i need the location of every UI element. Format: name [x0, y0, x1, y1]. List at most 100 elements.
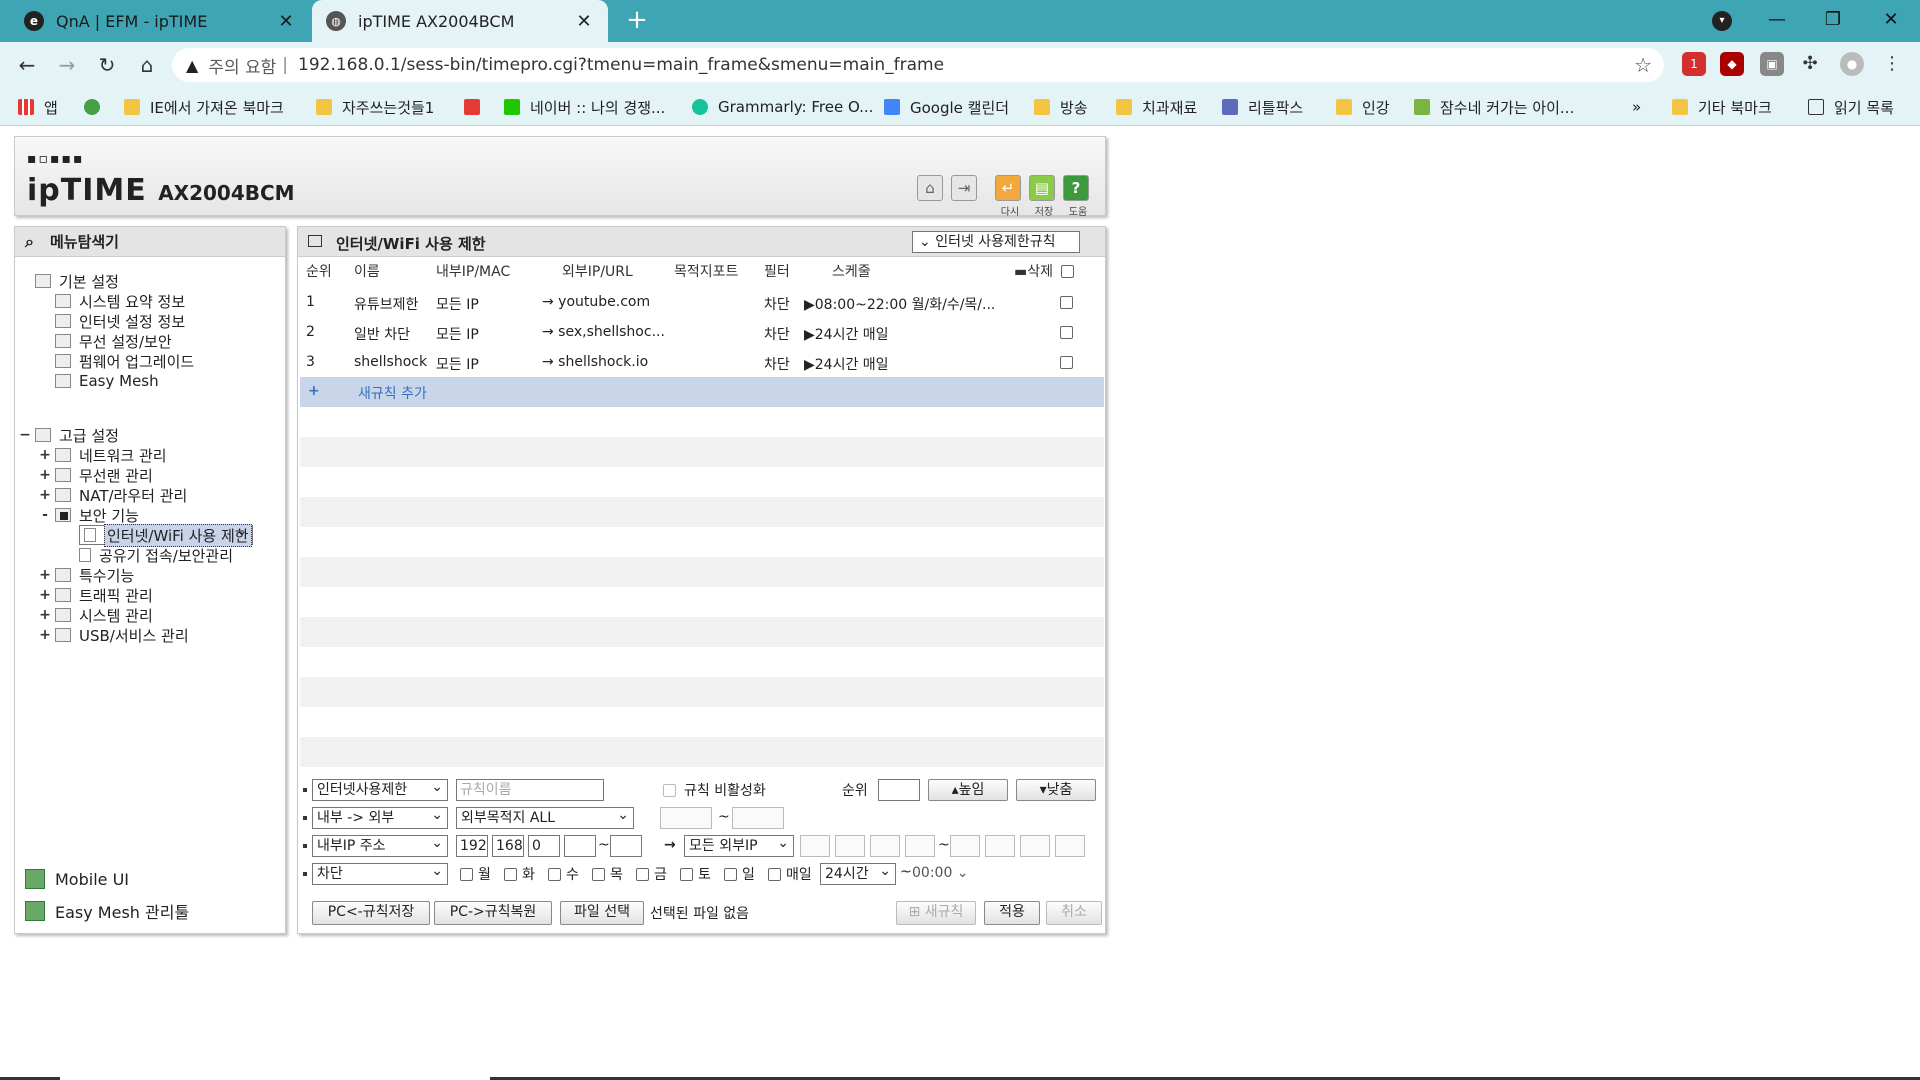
home-icon[interactable]: ⌂	[132, 50, 162, 80]
bookmark-broadcast[interactable]: 방송	[1034, 96, 1088, 118]
expand-icon[interactable]: +	[39, 607, 51, 623]
bookmark-apps[interactable]: 앱	[18, 96, 58, 118]
day-fri-checkbox[interactable]	[636, 868, 649, 881]
menu-item-easy-mesh[interactable]: Easy Mesh	[55, 371, 159, 391]
ext-ip-end-octet[interactable]	[950, 835, 980, 857]
puzzle-icon[interactable]: ✣	[1798, 52, 1822, 76]
logout-icon[interactable]: ⇥	[951, 175, 977, 201]
day-mon-checkbox[interactable]	[460, 868, 473, 881]
file-select-button[interactable]: 파일 선택	[560, 901, 644, 925]
new-rule-button[interactable]: ⊞ 새규칙	[896, 901, 976, 925]
minimize-button[interactable]: —	[1752, 0, 1802, 42]
external-ip-select[interactable]: 모든 외부IP	[684, 833, 794, 857]
back-icon[interactable]: ←	[12, 50, 42, 80]
port-start-input[interactable]	[660, 807, 712, 829]
expand-icon[interactable]: +	[39, 467, 51, 483]
port-end-input[interactable]	[732, 807, 784, 829]
menu-item-usb[interactable]: + USB/서비스 관리	[39, 625, 189, 645]
forward-icon[interactable]: →	[52, 50, 82, 80]
ext-ip-octet[interactable]	[835, 835, 865, 857]
ext-ip-octet[interactable]	[870, 835, 900, 857]
address-bar[interactable]: ▲ 주의 요함 | 192.168.0.1/sess-bin/timepro.c…	[172, 48, 1664, 82]
disable-rule-checkbox[interactable]	[663, 784, 676, 797]
ext-ip-end-octet[interactable]	[1020, 835, 1050, 857]
raise-button[interactable]: ▴높임	[928, 779, 1008, 801]
delete-checkbox[interactable]	[1060, 356, 1073, 369]
kebab-menu-icon[interactable]: ⋮	[1880, 52, 1904, 76]
delete-all-checkbox[interactable]	[1061, 265, 1074, 278]
direction-select[interactable]: 내부 -> 외부	[312, 805, 448, 829]
bookmark-overflow[interactable]: »	[1632, 96, 1641, 118]
bookmark-ie-folder[interactable]: IE에서 가져온 북마크	[124, 96, 284, 118]
ip-octet-2[interactable]: 168	[492, 835, 524, 857]
mobile-ui-link[interactable]: Mobile UI	[25, 867, 129, 891]
day-thu-checkbox[interactable]	[592, 868, 605, 881]
close-icon[interactable]: ✕	[574, 11, 594, 32]
bookmark-lecture[interactable]: 인강	[1336, 96, 1390, 118]
collapse-icon[interactable]: −	[19, 427, 31, 443]
url-text[interactable]: 192.168.0.1/sess-bin/timepro.cgi?tmenu=m…	[298, 55, 944, 75]
action-select[interactable]: 차단	[312, 861, 448, 885]
extension-icon[interactable]: ▣	[1760, 52, 1784, 76]
ip-end-octet[interactable]	[610, 835, 642, 857]
menu-item-router-access[interactable]: 공유기 접속/보안관리	[79, 545, 233, 565]
bookmark-jamsune[interactable]: 잠수네 커가는 아이...	[1414, 96, 1574, 118]
menu-item-system-summary[interactable]: 시스템 요약 정보	[55, 291, 185, 311]
time-range-select[interactable]: 24시간	[820, 861, 896, 885]
destination-select[interactable]: 외부목적지 ALL	[456, 805, 634, 829]
menu-item-wireless-security[interactable]: 무선 설정/보안	[55, 331, 172, 351]
ext-ip-octet[interactable]	[905, 835, 935, 857]
expand-icon[interactable]: +	[39, 487, 51, 503]
everyday-checkbox[interactable]	[768, 868, 781, 881]
bookmark-naver[interactable]: 네이버 :: 나의 경쟁...	[504, 96, 665, 118]
rule-type-dropdown[interactable]: ⌄ 인터넷 사용제한규칙	[912, 231, 1080, 253]
menu-item-wlan[interactable]: + 무선랜 관리	[39, 465, 153, 485]
tab-iptime[interactable]: ◍ ipTIME AX2004BCM ✕	[312, 0, 608, 42]
bookmark-e[interactable]	[84, 96, 110, 118]
rule-name-input[interactable]: 규칙이름	[456, 779, 604, 801]
home-icon[interactable]: ⌂	[917, 175, 943, 201]
close-window-button[interactable]: ✕	[1866, 0, 1916, 42]
menu-item-internet-info[interactable]: 인터넷 설정 정보	[55, 311, 185, 331]
refresh-icon[interactable]: ↵	[995, 175, 1021, 201]
menu-item-network[interactable]: + 네트워크 관리	[39, 445, 166, 465]
profile-menu-icon[interactable]: ▾	[1712, 11, 1732, 31]
rank-input[interactable]	[878, 779, 920, 801]
add-rule-row[interactable]: + 새규칙 추가	[300, 377, 1104, 407]
apply-button[interactable]: 적용	[984, 901, 1040, 925]
ip-octet-1[interactable]: 192	[456, 835, 488, 857]
time-end-select[interactable]: 00:00 ⌄	[912, 863, 988, 885]
menu-item-system[interactable]: + 시스템 관리	[39, 605, 153, 625]
menu-item-special[interactable]: + 특수기능	[39, 565, 134, 585]
pc-restore-button[interactable]: PC->규칙복원	[434, 901, 552, 925]
bookmark-star-icon[interactable]: ☆	[1634, 53, 1652, 77]
day-sun-checkbox[interactable]	[724, 868, 737, 881]
bookmark-dental[interactable]: 치과재료	[1116, 96, 1197, 118]
day-tue-checkbox[interactable]	[504, 868, 517, 881]
menu-item-firmware[interactable]: 펌웨어 업그레이드	[55, 351, 194, 371]
pc-save-button[interactable]: PC<-규칙저장	[312, 901, 430, 925]
extension-icon[interactable]: 1	[1682, 52, 1706, 76]
ublock-icon[interactable]: ◆	[1720, 52, 1744, 76]
delete-checkbox[interactable]	[1060, 296, 1073, 309]
menu-item-security[interactable]: - 보안 기능	[39, 505, 139, 525]
bookmark-calendar[interactable]: Google 캘린더	[884, 96, 1009, 118]
bookmark-littlefox[interactable]: 리틀팍스	[1222, 96, 1303, 118]
expand-icon[interactable]: +	[39, 447, 51, 463]
ip-octet-4[interactable]	[564, 835, 596, 857]
collapse-icon[interactable]: -	[39, 507, 51, 523]
table-row[interactable]: 1 유튜브제한 모든 IP → youtube.com 차단 ▶08:00~22…	[300, 287, 1104, 317]
cancel-button[interactable]: 취소	[1046, 901, 1102, 925]
table-row[interactable]: 3 shellshock 모든 IP → shellshock.io 차단 ▶2…	[300, 347, 1104, 377]
ext-ip-end-octet[interactable]	[1055, 835, 1085, 857]
expand-icon[interactable]: +	[39, 587, 51, 603]
internal-ip-select[interactable]: 내부IP 주소	[312, 833, 448, 857]
menu-item-nat[interactable]: + NAT/라우터 관리	[39, 485, 187, 505]
save-icon[interactable]: ▤	[1029, 175, 1055, 201]
avatar[interactable]: ●	[1840, 52, 1864, 76]
bookmark-reading-list[interactable]: 읽기 목록	[1808, 96, 1894, 118]
menu-advanced[interactable]: − 고급 설정	[19, 425, 119, 445]
rule-type-select[interactable]: 인터넷사용제한	[312, 777, 448, 801]
ext-ip-octet[interactable]	[800, 835, 830, 857]
close-icon[interactable]: ✕	[276, 11, 296, 32]
